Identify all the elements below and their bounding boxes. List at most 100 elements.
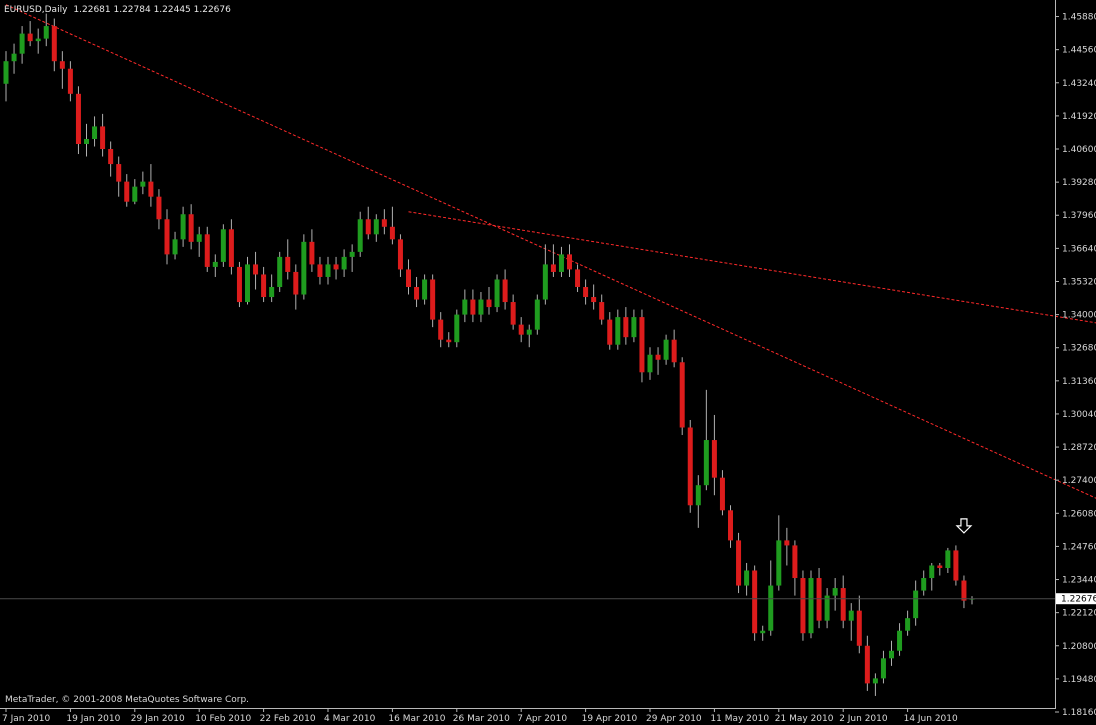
bull-candle — [341, 256, 347, 270]
x-tick-label: 4 Mar 2010 — [324, 714, 376, 724]
chart-symbol-header: EURUSD,Daily 1.22681 1.22784 1.22445 1.22… — [4, 5, 231, 15]
current-price-label: 1.22676 — [1061, 595, 1096, 605]
x-tick-label: 19 Apr 2010 — [582, 714, 638, 724]
y-tick-label: 1.39280 — [1062, 178, 1096, 188]
bear-candle — [75, 93, 81, 144]
bull-candle — [180, 214, 186, 240]
bull-candle — [325, 264, 331, 277]
bull-candle — [422, 279, 428, 300]
bear-candle — [228, 229, 234, 267]
bear-candle — [51, 26, 57, 62]
bull-candle — [11, 53, 17, 62]
x-tick-label: 11 May 2010 — [710, 714, 769, 724]
bear-candle — [711, 440, 717, 478]
bull-candle — [695, 485, 701, 506]
bull-candle — [929, 565, 935, 579]
bear-candle — [937, 565, 943, 568]
x-tick-label: 16 Mar 2010 — [388, 714, 445, 724]
bear-candle — [389, 226, 395, 240]
bull-candle — [92, 126, 98, 139]
bull-candle — [703, 440, 709, 486]
symbol-label: EURUSD,Daily — [4, 5, 68, 15]
y-tick-label: 1.32680 — [1062, 344, 1096, 354]
bear-candle — [164, 219, 170, 255]
y-tick-label: 1.31360 — [1062, 377, 1096, 387]
bear-candle — [108, 149, 114, 165]
bear-candle — [856, 610, 862, 646]
bull-candle — [534, 299, 540, 330]
bull-candle — [277, 256, 283, 287]
bear-candle — [59, 61, 65, 69]
y-tick-label: 1.18160 — [1062, 708, 1096, 718]
bull-candle — [301, 241, 307, 295]
y-tick-label: 1.43240 — [1062, 79, 1096, 89]
bear-candle — [397, 239, 403, 270]
x-tick-label: 10 Feb 2010 — [195, 714, 251, 724]
bull-candle — [776, 540, 782, 586]
chart-canvas[interactable]: 1.22676 1.45880 1.44560 1.43240 1.41920 1.40… — [0, 0, 1096, 725]
bear-candle — [406, 269, 411, 287]
y-tick-label: 1.24760 — [1062, 542, 1096, 552]
bull-candle — [647, 354, 653, 373]
bear-candle — [953, 550, 959, 581]
bear-candle — [317, 264, 323, 277]
bull-candle — [373, 219, 379, 235]
bull-candle — [905, 618, 911, 631]
bear-candle — [639, 317, 645, 373]
bull-candle — [889, 650, 894, 659]
bull-candle — [921, 578, 927, 591]
bear-candle — [655, 354, 661, 360]
bull-candle — [542, 264, 548, 300]
y-tick-label: 1.44560 — [1062, 46, 1096, 56]
bear-candle — [599, 302, 605, 320]
bull-candle — [196, 234, 202, 242]
bear-candle — [124, 181, 130, 202]
bull-candle — [808, 578, 814, 634]
y-tick-label: 1.20800 — [1062, 642, 1096, 652]
bull-candle — [140, 181, 146, 187]
y-tick-label: 1.30040 — [1062, 410, 1096, 420]
x-tick-label: 22 Feb 2010 — [260, 714, 316, 724]
bull-candle — [245, 264, 250, 303]
bull-candle — [768, 585, 774, 631]
bear-candle — [285, 256, 291, 272]
bear-candle — [679, 362, 685, 428]
bull-candle — [615, 317, 621, 345]
ohlc-readout: 1.22681 1.22784 1.22445 1.22676 — [73, 5, 231, 15]
y-tick-label: 1.26080 — [1062, 509, 1096, 519]
bear-candle — [752, 570, 758, 634]
bear-candle — [156, 196, 162, 220]
bull-candle — [945, 550, 951, 568]
bear-candle — [591, 297, 597, 303]
bull-candle — [631, 317, 637, 338]
bull-candle — [848, 610, 854, 621]
bull-candle — [212, 261, 218, 267]
copyright-footer: MetaTrader, © 2001-2008 MetaQuotes Softw… — [5, 695, 249, 705]
y-tick-label: 1.34000 — [1062, 311, 1096, 321]
bull-candle — [462, 299, 468, 315]
x-tick-label: 7 Jan 2010 — [2, 714, 50, 724]
bear-candle — [840, 588, 846, 621]
x-tick-label: 14 Jun 2010 — [904, 714, 958, 724]
bull-candle — [3, 61, 9, 84]
bull-candle — [84, 138, 89, 144]
bull-candle — [880, 658, 886, 679]
x-tick-label: 7 Apr 2010 — [517, 714, 567, 724]
x-tick-label: 29 Jan 2010 — [131, 714, 185, 724]
bull-candle — [19, 33, 25, 54]
bear-candle — [687, 427, 693, 506]
bear-candle — [365, 219, 371, 235]
bull-candle — [872, 678, 878, 684]
bear-candle — [502, 279, 508, 303]
bull-candle — [269, 286, 275, 298]
bear-candle — [414, 286, 420, 300]
bear-candle — [261, 274, 267, 298]
y-tick-label: 1.41920 — [1062, 112, 1096, 122]
bear-candle — [381, 219, 387, 227]
bear-candle — [792, 545, 798, 579]
y-tick-label: 1.40600 — [1062, 145, 1096, 155]
bear-candle — [309, 241, 315, 265]
bear-candle — [784, 540, 790, 546]
bear-candle — [253, 264, 259, 275]
bear-candle — [470, 299, 476, 315]
